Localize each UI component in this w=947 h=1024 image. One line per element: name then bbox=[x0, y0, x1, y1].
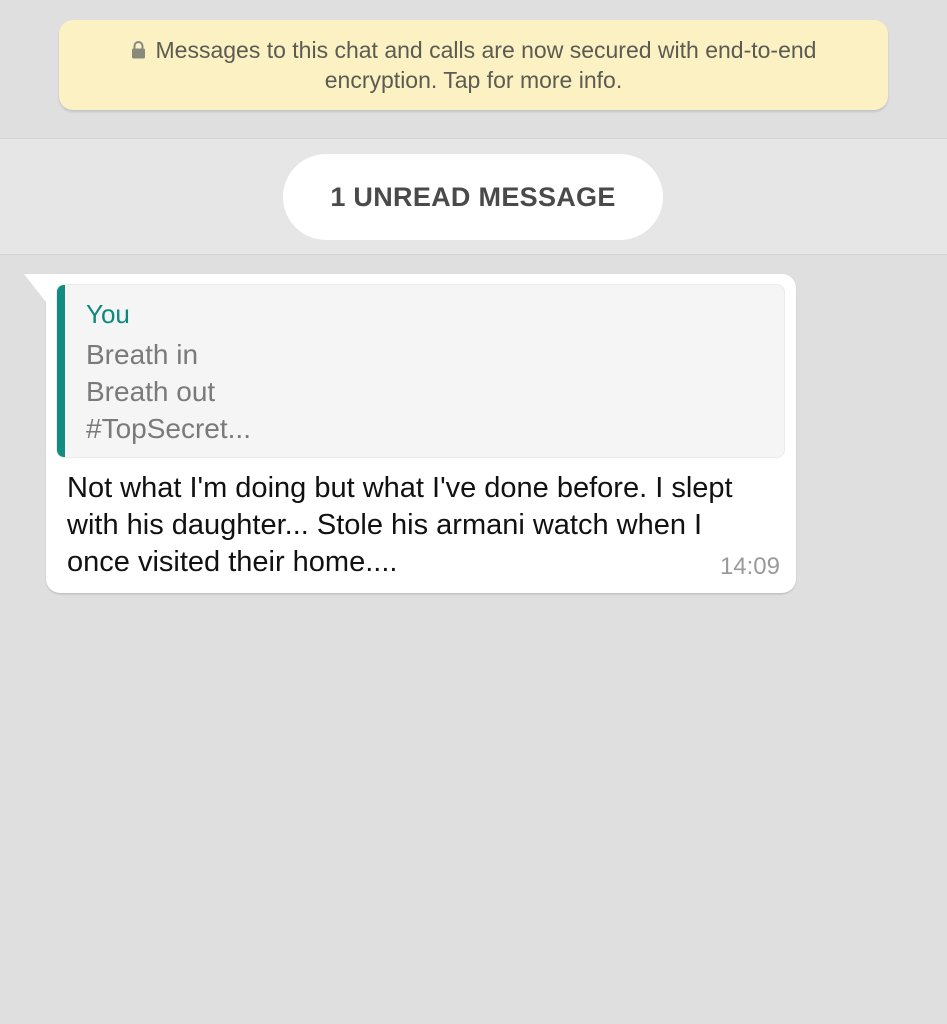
encryption-notice-text: Messages to this chat and calls are now … bbox=[155, 37, 817, 93]
incoming-message-bubble[interactable]: You Breath in Breath out #TopSecret... N… bbox=[24, 274, 796, 593]
quoted-line: Breath out bbox=[86, 376, 216, 407]
quoted-message[interactable]: You Breath in Breath out #TopSecret... bbox=[56, 284, 785, 458]
unread-messages-label: 1 UNREAD MESSAGE bbox=[330, 181, 616, 212]
encryption-notice-text-wrap: Messages to this chat and calls are now … bbox=[99, 35, 848, 95]
bubble-tail bbox=[24, 274, 46, 302]
quoted-author: You bbox=[86, 299, 130, 329]
message-text: Not what I'm doing but what I've done be… bbox=[67, 472, 733, 578]
unread-divider: 1 UNREAD MESSAGE bbox=[0, 138, 947, 255]
quote-accent-bar bbox=[57, 285, 65, 457]
encryption-notice[interactable]: Messages to this chat and calls are now … bbox=[59, 20, 888, 110]
message-timestamp: 14:09 bbox=[719, 553, 780, 580]
quoted-line: #TopSecret... bbox=[86, 413, 251, 444]
chat-area: Messages to this chat and calls are now … bbox=[0, 0, 947, 1024]
unread-messages-badge: 1 UNREAD MESSAGE bbox=[283, 154, 663, 240]
quoted-line: Breath in bbox=[86, 339, 199, 370]
lock-icon bbox=[131, 41, 145, 59]
